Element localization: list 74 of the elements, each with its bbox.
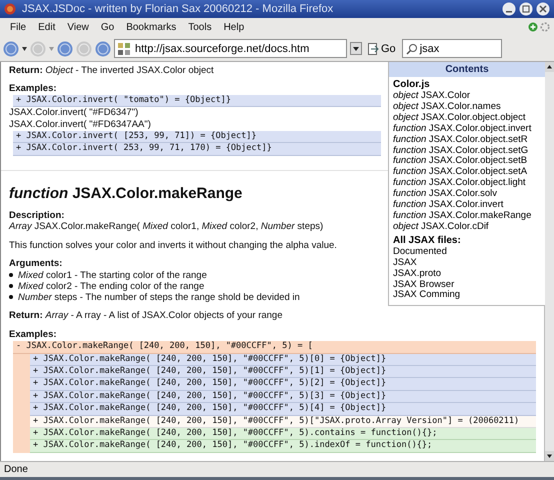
contents-link[interactable]: JSAX (393, 258, 417, 269)
scroll-up-icon[interactable] (545, 62, 554, 72)
menu-item[interactable]: File (4, 22, 32, 32)
caret-icon[interactable] (22, 46, 27, 50)
close-icon[interactable] (536, 2, 550, 16)
example-row: + JSAX.Color.makeRange( [240, 200, 150], "#00CCFF", 5)[3] = {Object]} (30, 390, 536, 404)
example-row: - JSAX.Color.makeRange( [240, 200, 150], "#00CCFF", 5) = [ (13, 341, 536, 354)
example-row: + JSAX.Color.invert( "tomato") = {Object]} (13, 94, 381, 107)
bullet-icon (9, 284, 13, 288)
plus-icon[interactable] (528, 22, 538, 32)
contents-link[interactable]: function JSAX.Color.object.setB (393, 156, 528, 168)
contents-link[interactable]: function JSAX.Color.object.invert (393, 124, 532, 135)
contents-link[interactable]: function JSAX.Color.object.setR (393, 134, 528, 146)
signature-text: Array JSAX.Color.makeRange( Mixed color1, Mixed color2, Number steps) (9, 221, 324, 233)
window-title: JSAX.JSDoc - written by Florian Sax 20060212 - Mozilla Firefox (22, 3, 334, 15)
example-row: + JSAX.Color.makeRange( [240, 200, 150], "#00CCFF", 5)["JSAX.proto.Array Version"] = (20060211) (30, 416, 536, 428)
bullet-icon (9, 273, 13, 278)
go-button[interactable]: Go (365, 42, 399, 54)
throbber-icon (540, 22, 550, 32)
site-icon (117, 42, 131, 56)
contents-link[interactable]: function JSAX.Color.object.setA (393, 167, 528, 178)
menu-item[interactable]: Edit (32, 22, 62, 32)
section-label: Arguments: (9, 258, 62, 270)
menu-item[interactable]: Tools (182, 22, 218, 32)
scroll-down-icon[interactable] (545, 451, 554, 461)
example-row: + JSAX.Color.makeRange( [240, 200, 150], "#00CCFF", 5)[4] = {Object]} (30, 403, 536, 416)
address-field[interactable]: http://jsax.sourceforge.net/docs.htm (114, 39, 347, 58)
example-row: + JSAX.Color.makeRange( [240, 200, 150], "#00CCFF", 5).contains = function(){}; (30, 428, 536, 440)
contents-link[interactable]: object JSAX.Color.object.object (393, 112, 526, 124)
argument-text: Number steps - The number of steps the range shold be devided in (18, 292, 300, 303)
contents-link[interactable]: function JSAX.Color.object.light (393, 178, 526, 190)
minimize-icon[interactable] (502, 2, 516, 16)
status-text: Done (4, 464, 28, 475)
example-row: + JSAX.Color.invert( 253, 99, 71, 170) = {Object]} (13, 143, 381, 156)
section-label: Examples: (9, 328, 58, 342)
contents-link[interactable]: function JSAX.Color.makeRange (393, 210, 532, 222)
contents-link[interactable]: function JSAX.Color.invert (393, 200, 504, 211)
contents-link[interactable]: JSAX Comming (393, 290, 460, 302)
function-heading: function JSAX.Color.makeRange (9, 184, 242, 202)
search-icon (406, 42, 418, 54)
contents-link[interactable]: function JSAX.Color.object.setG (393, 146, 528, 156)
contents-link[interactable]: JSAX Browser (393, 280, 454, 290)
return-text: Return: Object - The inverted JSAX.Color object (9, 65, 214, 76)
example-row: + JSAX.Color.invert( [253, 99, 71]) = {Object]} (13, 130, 381, 144)
contents-link[interactable]: JSAX.proto (393, 268, 442, 280)
argument-text: Mixed color2 - The ending color of the range (18, 280, 204, 292)
menu-item[interactable]: Bookmarks (120, 22, 182, 32)
description-text: This function solves your color and inverts it without changing the alpha value. (9, 240, 337, 252)
menu-item[interactable]: Help (218, 22, 250, 32)
example-line: JSAX.Color.invert( "#FD6347AA") (9, 118, 152, 131)
bullet-icon (9, 295, 13, 300)
panel-heading: Color.js (392, 78, 430, 91)
contents-link[interactable]: function JSAX.Color.solv (393, 189, 498, 200)
section-label: Examples: (9, 82, 58, 94)
menu-item[interactable]: View (61, 22, 95, 32)
example-row: + JSAX.Color.makeRange( [240, 200, 150], "#00CCFF", 5)[0] = {Object]} (30, 354, 536, 366)
example-row: + JSAX.Color.makeRange( [240, 200, 150], "#00CCFF", 5)[1] = {Object]} (30, 366, 536, 378)
section-label: Description: (9, 210, 64, 222)
go-icon (368, 42, 379, 54)
contents-link[interactable]: object JSAX.Color.names (393, 102, 501, 113)
panel-title: Contents (389, 62, 545, 77)
example-row: + JSAX.Color.makeRange( [240, 200, 150], "#00CCFF", 5).indexOf = function(){}; (30, 440, 536, 453)
contents-link[interactable]: object JSAX.Color (393, 91, 470, 102)
search-field[interactable]: jsax (402, 39, 502, 58)
panel-heading: All JSAX files: (392, 234, 461, 247)
return-text: Return: Array - A rray - A list of JSAX.Color objects of your range (9, 310, 282, 322)
menu-item[interactable]: Go (94, 22, 120, 32)
contents-link[interactable]: Documented (393, 246, 447, 258)
maximize-icon[interactable] (519, 2, 533, 16)
dropdown-icon[interactable] (350, 42, 362, 55)
example-line: JSAX.Color.invert( "#FD6347") (9, 106, 140, 119)
argument-text: Mixed color1 - The starting color of the range (18, 270, 207, 281)
contents-link[interactable]: object JSAX.Color.cDif (393, 222, 489, 233)
example-row: + JSAX.Color.makeRange( [240, 200, 150], "#00CCFF", 5)[2] = {Object]} (30, 378, 536, 391)
